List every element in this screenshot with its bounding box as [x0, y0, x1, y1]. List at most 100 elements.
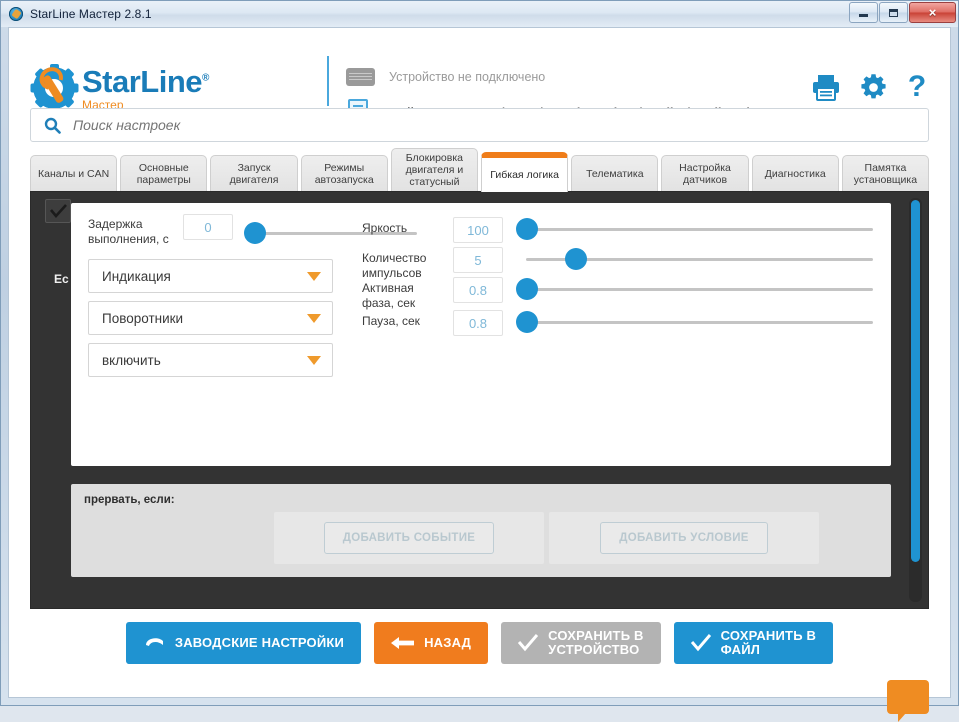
delay-value[interactable]: 0	[183, 214, 233, 240]
param-label-2: Активная фаза, сек	[362, 281, 434, 311]
tab-label: Блокировка двигателя и статусный выход	[395, 152, 474, 192]
tab-4[interactable]: Блокировка двигателя и статусный выход	[391, 148, 478, 192]
tab-bar: Каналы и CAN Основные параметры Запуск дви…	[30, 148, 929, 192]
tab-7[interactable]: Настройка датчиков	[661, 155, 748, 192]
dropdown-action-state-value: включить	[89, 353, 161, 368]
param-slider-track-3[interactable]	[526, 321, 873, 324]
back-label: НАЗАД	[424, 636, 471, 650]
print-icon[interactable]	[811, 73, 841, 101]
param-slider-knob-2[interactable]	[516, 278, 538, 300]
tab-label: Памятка установщика	[846, 162, 925, 186]
search-icon	[44, 117, 61, 134]
param-slider-track-2[interactable]	[526, 288, 873, 291]
gear-wrench-logo-icon	[33, 67, 75, 109]
client-area: StarLine® Мастер Устройство не подключен…	[8, 27, 951, 698]
chevron-down-icon	[307, 356, 321, 365]
tab-5[interactable]: Гибкая логика	[481, 152, 568, 192]
delay-label: Задержка выполнения, с	[88, 217, 198, 247]
tab-label: Режимы автозапуска	[305, 162, 384, 186]
header-divider	[327, 56, 329, 106]
dropdown-action-state[interactable]: включить	[88, 343, 333, 377]
device-status-text: Устройство не подключено	[389, 70, 545, 84]
factory-settings-label: ЗАВОДСКИЕ НАСТРОЙКИ	[175, 636, 344, 650]
add-condition-slot: ДОБАВИТЬ УСЛОВИЕ	[549, 512, 819, 564]
param-slider-knob-0[interactable]	[516, 218, 538, 240]
arrow-left-icon	[391, 636, 414, 650]
param-value-3[interactable]: 0.8	[453, 310, 503, 336]
search-input[interactable]	[73, 109, 928, 141]
editor-scrollbar[interactable]	[909, 198, 922, 602]
tab-label: Каналы и CAN	[38, 168, 109, 180]
tab-3[interactable]: Режимы автозапуска	[301, 155, 388, 192]
param-value-2[interactable]: 0.8	[453, 277, 503, 303]
tab-label: Запуск двигателя	[214, 162, 293, 186]
add-event-button[interactable]: ДОБАВИТЬ СОБЫТИЕ	[324, 522, 495, 554]
maximize-icon	[889, 9, 898, 17]
dropdown-action-target[interactable]: Поворотники	[88, 301, 333, 335]
add-condition-button[interactable]: ДОБАВИТЬ УСЛОВИЕ	[600, 522, 768, 554]
check-icon	[691, 634, 711, 652]
app-icon	[8, 6, 24, 22]
condition-label: Ес	[54, 272, 69, 286]
scrollbar-thumb[interactable]	[911, 200, 920, 562]
search-bar[interactable]	[30, 108, 929, 142]
svg-text:?: ?	[908, 72, 926, 102]
tab-8[interactable]: Диагностика	[752, 155, 839, 192]
tab-0[interactable]: Каналы и CAN	[30, 155, 117, 192]
param-value-1[interactable]: 5	[453, 247, 503, 273]
tab-label: Диагностика	[765, 168, 826, 180]
header-toolbar: ?	[811, 72, 928, 102]
application-window: StarLine Мастер 2.8.1 ×	[0, 0, 959, 706]
enable-rule-checkbox[interactable]	[45, 199, 71, 223]
title-bar: StarLine Мастер 2.8.1 ×	[1, 1, 958, 27]
param-label-3: Пауза, сек	[362, 314, 434, 329]
tab-6[interactable]: Телематика	[571, 155, 658, 192]
device-status-row: Устройство не подключено	[346, 62, 757, 92]
dropdown-action-type[interactable]: Индикация	[88, 259, 333, 293]
param-slider-track-0[interactable]	[526, 228, 873, 231]
factory-settings-button[interactable]: ЗАВОДСКИЕ НАСТРОЙКИ	[126, 622, 361, 664]
flexible-logic-editor: Ес Задержка выполнения, с 0 Индикация По…	[30, 191, 929, 609]
tab-1[interactable]: Основные параметры	[120, 155, 207, 192]
abort-panel: прервать, если: ДОБАВИТЬ СОБЫТИЕ ДОБАВИТ…	[71, 484, 891, 577]
close-button[interactable]: ×	[909, 2, 956, 23]
minimize-icon	[859, 14, 868, 17]
maximize-button[interactable]	[879, 2, 908, 23]
chevron-down-icon	[307, 272, 321, 281]
action-card: Задержка выполнения, с 0 Индикация Повор…	[71, 203, 891, 466]
check-icon	[518, 634, 538, 652]
check-icon	[50, 204, 67, 218]
dropdown-action-type-value: Индикация	[89, 269, 171, 284]
save-to-device-button[interactable]: СОХРАНИТЬ В УСТРОЙСТВО	[501, 622, 661, 664]
delay-slider-knob[interactable]	[244, 222, 266, 244]
close-icon: ×	[910, 3, 955, 22]
window-title: StarLine Мастер 2.8.1	[30, 7, 152, 21]
param-label-0: Яркость	[362, 221, 434, 236]
app-header: StarLine® Мастер Устройство не подключен…	[9, 28, 950, 101]
add-event-slot: ДОБАВИТЬ СОБЫТИЕ	[274, 512, 544, 564]
chat-bubble-icon[interactable]	[887, 680, 929, 714]
tab-label: Настройка датчиков	[665, 162, 744, 186]
help-icon[interactable]: ?	[906, 72, 928, 102]
tab-label: Гибкая логика	[490, 169, 559, 181]
starline-logo: StarLine® Мастер	[33, 66, 209, 111]
param-value-0[interactable]: 100	[453, 217, 503, 243]
logo-name: StarLine®	[82, 66, 209, 97]
save-to-device-line2: УСТРОЙСТВО	[548, 642, 639, 657]
tab-9[interactable]: Памятка установщика	[842, 155, 929, 192]
chevron-down-icon	[307, 314, 321, 323]
back-button[interactable]: НАЗАД	[374, 622, 488, 664]
settings-gear-icon[interactable]	[859, 73, 888, 102]
param-slider-knob-3[interactable]	[516, 311, 538, 333]
device-icon	[346, 68, 375, 86]
abort-title: прервать, если:	[84, 494, 175, 506]
param-label-1: Количество импульсов	[362, 251, 434, 281]
save-to-file-line2: ФАЙЛ	[721, 642, 760, 657]
param-slider-knob-1[interactable]	[565, 248, 587, 270]
minimize-button[interactable]	[849, 2, 878, 23]
tab-label: Телематика	[586, 168, 643, 180]
tab-label: Основные параметры	[124, 162, 203, 186]
restore-icon	[143, 635, 165, 651]
save-to-file-button[interactable]: СОХРАНИТЬ В ФАЙЛ	[674, 622, 834, 664]
tab-2[interactable]: Запуск двигателя	[210, 155, 297, 192]
